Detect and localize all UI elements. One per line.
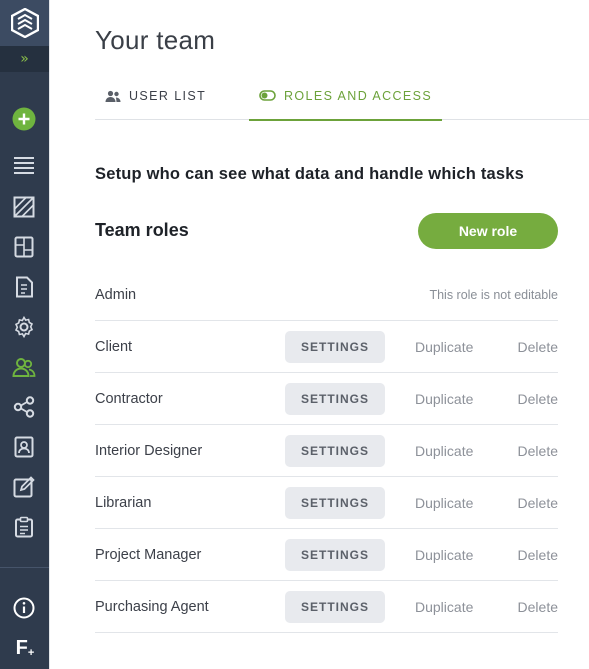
role-row-purchasing-agent: Purchasing Agent SETTINGS Duplicate Dele… bbox=[95, 581, 558, 633]
tab-roles-and-access[interactable]: ROLES AND ACCESS bbox=[249, 72, 443, 121]
tab-user-list[interactable]: USER LIST bbox=[105, 72, 206, 120]
duplicate-link[interactable]: Duplicate bbox=[415, 391, 473, 407]
board-icon[interactable] bbox=[12, 235, 36, 259]
delete-link[interactable]: Delete bbox=[518, 391, 558, 407]
roles-list: Admin This role is not editable Client S… bbox=[95, 269, 558, 633]
team-roles-heading: Team roles bbox=[95, 220, 189, 240]
edit-icon[interactable] bbox=[12, 475, 36, 499]
tab-bar: USER LIST ROLES AND ACCESS bbox=[95, 72, 589, 121]
role-row-librarian: Librarian SETTINGS Duplicate Delete bbox=[95, 477, 558, 529]
role-name: Contractor bbox=[95, 390, 163, 407]
users-icon bbox=[105, 90, 121, 103]
role-name: Interior Designer bbox=[95, 442, 203, 459]
setup-description: Setup who can see what data and handle w… bbox=[95, 165, 525, 183]
add-icon[interactable] bbox=[12, 107, 36, 131]
role-row-client: Client SETTINGS Duplicate Delete bbox=[95, 321, 558, 373]
settings-button[interactable]: SETTINGS bbox=[285, 434, 385, 467]
invoice-icon[interactable] bbox=[12, 275, 36, 299]
floorplan-icon[interactable] bbox=[12, 195, 36, 219]
brand-plus-icon: + bbox=[27, 646, 35, 659]
settings-button[interactable]: SETTINGS bbox=[285, 538, 385, 571]
role-name: Purchasing Agent bbox=[95, 598, 209, 615]
settings-button[interactable]: SETTINGS bbox=[285, 382, 385, 415]
delete-link[interactable]: Delete bbox=[518, 547, 558, 563]
duplicate-link[interactable]: Duplicate bbox=[415, 495, 473, 511]
duplicate-link[interactable]: Duplicate bbox=[415, 547, 473, 563]
brand-mark-letter: F bbox=[15, 636, 28, 659]
duplicate-link[interactable]: Duplicate bbox=[415, 339, 473, 355]
not-editable-note: This role is not editable bbox=[429, 287, 558, 302]
role-name: Project Manager bbox=[95, 546, 202, 563]
role-row-admin: Admin This role is not editable bbox=[95, 269, 558, 321]
settings-button[interactable]: SETTINGS bbox=[285, 486, 385, 519]
role-row-project-manager: Project Manager SETTINGS Duplicate Delet… bbox=[95, 529, 558, 581]
toggle-icon bbox=[259, 90, 276, 101]
expand-sidebar-button[interactable]: » bbox=[0, 46, 49, 72]
sidebar: » F + bbox=[0, 0, 49, 669]
settings-button[interactable]: SETTINGS bbox=[285, 330, 385, 363]
app-logo-icon[interactable] bbox=[0, 0, 49, 46]
double-chevron-right-icon: » bbox=[20, 51, 29, 67]
share-icon[interactable] bbox=[12, 395, 36, 419]
role-name: Librarian bbox=[95, 494, 152, 511]
delete-link[interactable]: Delete bbox=[518, 599, 558, 615]
tab-roles-and-access-label: ROLES AND ACCESS bbox=[284, 88, 433, 103]
list-icon[interactable] bbox=[12, 153, 36, 177]
role-name: Admin bbox=[95, 286, 137, 303]
info-icon[interactable] bbox=[12, 596, 36, 620]
role-row-contractor: Contractor SETTINGS Duplicate Delete bbox=[95, 373, 558, 425]
role-name: Client bbox=[95, 338, 133, 355]
team-icon[interactable] bbox=[12, 355, 36, 379]
sidebar-divider bbox=[0, 567, 49, 568]
contacts-icon[interactable] bbox=[12, 435, 36, 459]
main-content: Your team USER LIST ROLES AND ACCESS Set… bbox=[49, 0, 589, 669]
duplicate-link[interactable]: Duplicate bbox=[415, 443, 473, 459]
tab-user-list-label: USER LIST bbox=[129, 89, 207, 103]
settings-icon[interactable] bbox=[12, 315, 36, 339]
brand-mark-icon[interactable]: F + bbox=[12, 636, 38, 660]
role-row-interior-designer: Interior Designer SETTINGS Duplicate Del… bbox=[95, 425, 558, 477]
delete-link[interactable]: Delete bbox=[518, 339, 558, 355]
clipboard-icon[interactable] bbox=[12, 515, 36, 539]
delete-link[interactable]: Delete bbox=[518, 495, 558, 511]
duplicate-link[interactable]: Duplicate bbox=[415, 599, 473, 615]
new-role-button[interactable]: New role bbox=[418, 213, 558, 249]
delete-link[interactable]: Delete bbox=[518, 443, 558, 459]
page-title: Your team bbox=[95, 25, 216, 55]
settings-button[interactable]: SETTINGS bbox=[285, 590, 385, 623]
